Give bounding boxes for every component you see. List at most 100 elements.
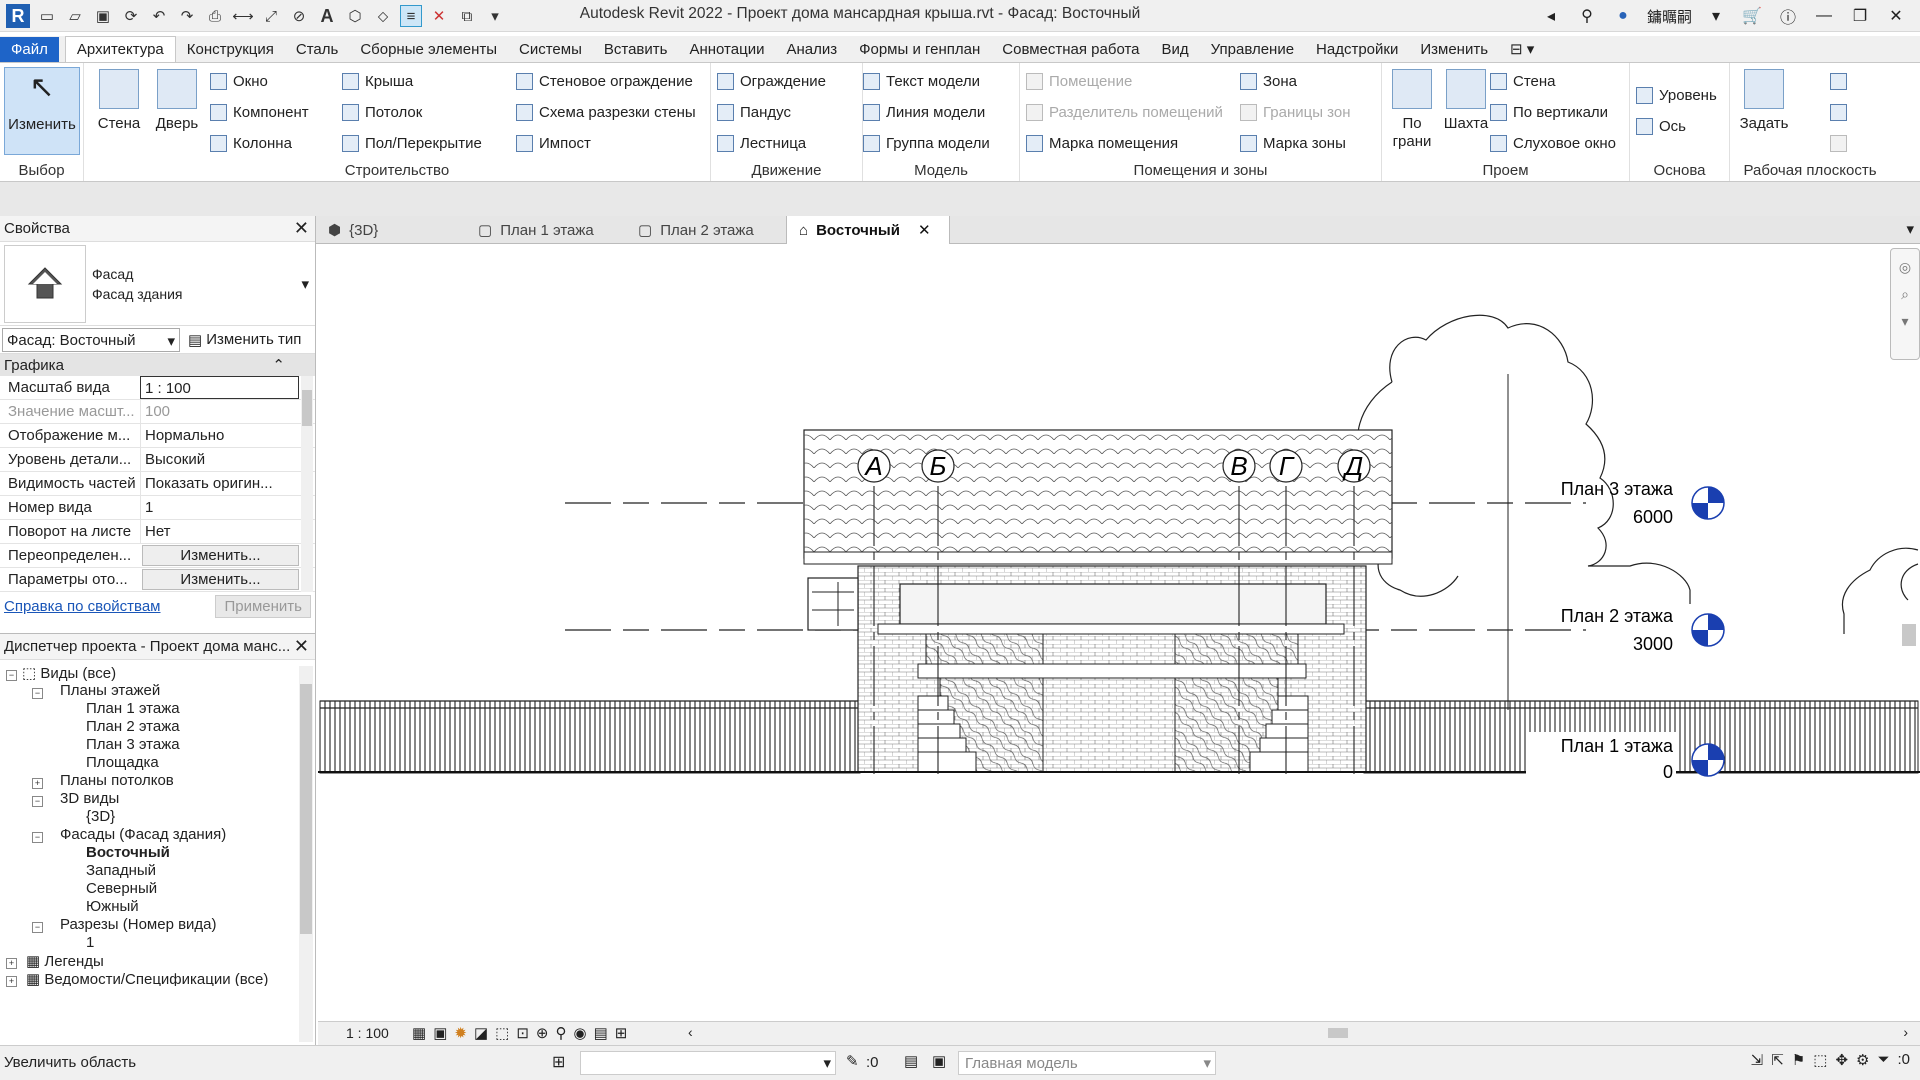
- prop-value[interactable]: 1: [140, 496, 315, 519]
- room-separator-button[interactable]: Разделитель помещений: [1026, 104, 1223, 121]
- area-button[interactable]: Зона: [1240, 73, 1297, 90]
- main-model-icon[interactable]: ▣: [932, 1052, 946, 1070]
- instance-selector[interactable]: Фасад: Восточный ▾: [2, 327, 180, 352]
- select-pinned-icon[interactable]: ⚑: [1792, 1051, 1805, 1069]
- type-selector[interactable]: Фасад Фасад здания ▾: [0, 242, 315, 326]
- select-underlay-icon[interactable]: ⇱: [1771, 1051, 1784, 1069]
- tree-item-plan-2[interactable]: План 2 этажа: [86, 718, 180, 735]
- graphics-section[interactable]: Графика ⌃: [0, 354, 315, 376]
- ramp-button[interactable]: Пандус: [717, 104, 791, 121]
- design-options-icon[interactable]: ▤: [904, 1052, 918, 1070]
- drag-on-select-icon[interactable]: ✥: [1835, 1051, 1848, 1069]
- grid-label-a[interactable]: А: [863, 451, 882, 481]
- show-crop-icon[interactable]: ⊡: [516, 1024, 529, 1042]
- tree-item-floor-plans[interactable]: Планы этажей: [60, 682, 160, 699]
- zoom-icon[interactable]: ⌕: [1901, 286, 1909, 303]
- properties-help-link[interactable]: Справка по свойствам: [4, 598, 161, 615]
- tab-analyze[interactable]: Анализ: [775, 37, 848, 63]
- prop-value[interactable]: Высокий: [140, 448, 315, 471]
- tab-steel[interactable]: Сталь: [285, 37, 349, 63]
- tree-item-ceiling-plans[interactable]: Планы потолков: [60, 772, 174, 789]
- set-button[interactable]: Задать: [1734, 67, 1794, 132]
- nav-options-icon[interactable]: ▾: [1901, 313, 1908, 330]
- tab-file[interactable]: Файл: [0, 37, 59, 63]
- tree-item-plan-3[interactable]: План 3 этажа: [86, 736, 180, 753]
- edit-display-button[interactable]: Изменить...: [142, 569, 299, 590]
- collapse-toggle-icon[interactable]: −: [32, 922, 43, 933]
- tab-annotate[interactable]: Аннотации: [678, 37, 775, 63]
- level-button[interactable]: Уровень: [1636, 87, 1717, 104]
- reveal-hidden-icon[interactable]: ◉: [573, 1024, 586, 1042]
- tab-systems[interactable]: Системы: [508, 37, 593, 63]
- prop-value[interactable]: Нет: [140, 520, 315, 543]
- grid-button[interactable]: Ось: [1636, 118, 1686, 135]
- select-links-icon[interactable]: ⇲: [1751, 1051, 1764, 1069]
- wall-button[interactable]: Стена: [90, 67, 148, 132]
- view-tab-3d[interactable]: ⬢ {3D}: [316, 216, 466, 244]
- select-by-face-icon[interactable]: ⬚: [1813, 1051, 1827, 1069]
- model-group-button[interactable]: Группа модели: [863, 135, 990, 152]
- stair-button[interactable]: Лестница: [717, 135, 806, 152]
- tree-item-west[interactable]: Западный: [86, 862, 156, 879]
- floor-button[interactable]: Пол/Перекрытие: [342, 135, 482, 152]
- temp-hide-icon[interactable]: ⚲: [555, 1024, 566, 1042]
- background-process-icon[interactable]: ⚙: [1856, 1051, 1869, 1069]
- model-text-button[interactable]: Текст модели: [863, 73, 980, 90]
- tree-item-elevations[interactable]: Фасады (Фасад здания): [60, 826, 226, 843]
- component-button[interactable]: Компонент: [210, 104, 309, 121]
- temp-view-props-icon[interactable]: ▤: [594, 1024, 608, 1042]
- expand-toggle-icon[interactable]: +: [6, 976, 17, 987]
- prop-value-input[interactable]: 1 : 100: [140, 376, 299, 399]
- user-name[interactable]: 鏞曞嗣: [1647, 6, 1692, 27]
- filter-icon[interactable]: ⏷: [1877, 1051, 1889, 1069]
- cart-icon[interactable]: 🛒: [1740, 6, 1764, 26]
- prop-value[interactable]: Нормально: [140, 424, 315, 447]
- horizontal-scrollbar[interactable]: [738, 1028, 1880, 1038]
- tree-item-east[interactable]: Восточный: [86, 844, 170, 861]
- tree-item-north[interactable]: Северный: [86, 880, 157, 897]
- vertical-scroll-thumb[interactable]: [1902, 624, 1916, 646]
- workset-select[interactable]: ▾: [580, 1051, 836, 1075]
- column-button[interactable]: Колонна: [210, 135, 292, 152]
- mullion-button[interactable]: Импост: [516, 135, 591, 152]
- tab-manage[interactable]: Управление: [1200, 37, 1305, 63]
- view-tab-close-icon[interactable]: ✕: [918, 221, 931, 239]
- tab-collaborate[interactable]: Совместная работа: [991, 37, 1150, 63]
- shaft-button[interactable]: Шахта: [1440, 67, 1492, 132]
- browser-scrollbar[interactable]: [299, 666, 313, 1042]
- prev-arrow-icon[interactable]: ◂: [1539, 6, 1563, 26]
- grid-label-g[interactable]: Г: [1279, 451, 1295, 481]
- modify-button[interactable]: ↖ Изменить: [4, 67, 80, 155]
- tree-item-legends[interactable]: ▦ Легенды: [26, 952, 104, 970]
- tree-item-3d[interactable]: {3D}: [86, 808, 115, 825]
- railing-button[interactable]: Ограждение: [717, 73, 826, 90]
- close-icon[interactable]: ✕: [1884, 6, 1908, 26]
- minimize-icon[interactable]: —: [1812, 7, 1836, 25]
- view-scale[interactable]: 1 : 100: [346, 1025, 389, 1041]
- unlock-3d-icon[interactable]: ⊕: [536, 1024, 549, 1042]
- roof-button[interactable]: Крыша: [342, 73, 413, 90]
- view-tab-plan-1[interactable]: ▢ План 1 этажа: [466, 216, 626, 244]
- tab-view[interactable]: Вид: [1151, 37, 1200, 63]
- window-button[interactable]: Окно: [210, 73, 268, 90]
- viewer-button[interactable]: [1830, 135, 1847, 152]
- editable-only-icon[interactable]: ✎: [846, 1052, 859, 1070]
- grid-label-v[interactable]: В: [1230, 451, 1247, 481]
- binoculars-icon[interactable]: ⚲: [1575, 6, 1599, 26]
- user-icon[interactable]: ●: [1611, 7, 1635, 25]
- type-dropdown-icon[interactable]: ▾: [301, 275, 309, 293]
- apply-button[interactable]: Применить: [215, 594, 311, 618]
- user-menu-chevron-icon[interactable]: ▾: [1704, 6, 1728, 26]
- area-boundary-button[interactable]: Границы зон: [1240, 104, 1351, 121]
- browser-close-icon[interactable]: ✕: [294, 636, 309, 657]
- view-tab-plan-2[interactable]: ▢ План 2 этажа: [626, 216, 786, 244]
- group-room-area-label[interactable]: Помещения и зоны: [1020, 162, 1381, 179]
- tree-item-sections[interactable]: Разрезы (Номер вида): [60, 916, 217, 933]
- tab-architecture[interactable]: Архитектура: [64, 36, 176, 63]
- tab-modify[interactable]: Изменить: [1409, 37, 1499, 63]
- tab-precast[interactable]: Сборные элементы: [349, 37, 508, 63]
- crop-view-icon[interactable]: ⬚: [495, 1024, 509, 1042]
- group-select-label[interactable]: Выбор: [0, 162, 83, 179]
- tree-item-site[interactable]: Площадка: [86, 754, 159, 771]
- prop-value[interactable]: Показать оригин...: [140, 472, 315, 495]
